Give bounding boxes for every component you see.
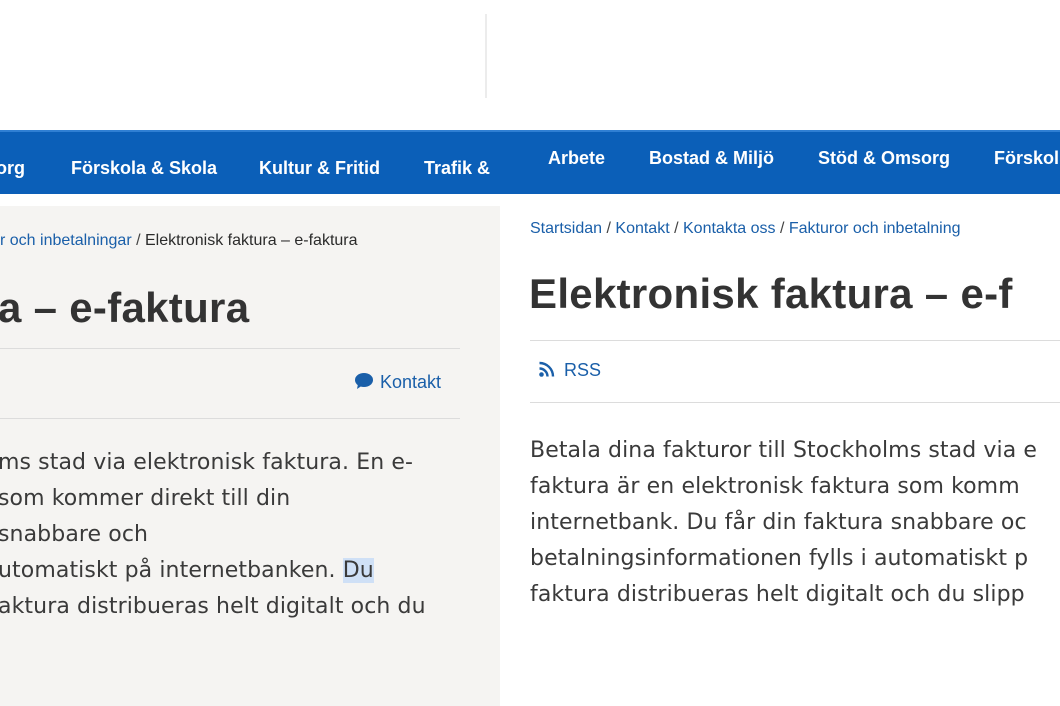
paragraph-line: utomatiskt på internetbanken. Du <box>0 558 374 583</box>
contact-link[interactable]: Kontakt <box>354 372 441 393</box>
page-title: Elektronisk faktura – e-f <box>529 270 1013 317</box>
nav-item-forskola-skola[interactable]: Förskola & Skola <box>71 158 217 179</box>
breadcrumb-link-fakturor[interactable]: Fakturor och inbetalning <box>789 220 961 237</box>
breadcrumb-separator: / <box>602 220 616 237</box>
contact-label: Kontakt <box>380 372 442 392</box>
speech-bubble-icon <box>355 373 373 389</box>
left-panel: org Förskola & Skola Kultur & Fritid Tra… <box>0 0 500 706</box>
breadcrumb-link-startsidan[interactable]: Startsidan <box>530 220 602 237</box>
paragraph-line: som kommer direkt till din <box>0 486 291 511</box>
paragraph-line: faktura distribueras helt digitalt och d… <box>530 582 1025 607</box>
nav-item-bostad-miljo[interactable]: Bostad & Miljö <box>649 148 774 169</box>
paragraph-line: Betala dina fakturor till Stockholms sta… <box>530 438 1038 463</box>
right-panel: Arbete Bostad & Miljö Stöd & Omsorg Förs… <box>500 0 1060 706</box>
breadcrumb-separator: / <box>131 232 145 249</box>
breadcrumb-separator: / <box>669 220 683 237</box>
main-content: Startsidan / Kontakt / Kontakta oss / Fa… <box>500 206 1060 706</box>
nav-item-trafik[interactable]: Trafik & <box>424 158 490 179</box>
nav-item-kultur-fritid[interactable]: Kultur & Fritid <box>259 158 380 179</box>
divider-line <box>0 348 460 349</box>
paragraph-text: utomatiskt på internetbanken. <box>0 558 343 583</box>
breadcrumb-current: Elektronisk faktura – e-faktura <box>144 232 358 249</box>
paragraph-line: faktura är en elektronisk faktura som ko… <box>530 474 1020 499</box>
selected-text: Du <box>342 558 374 583</box>
page-title: a – e-faktura <box>0 284 250 331</box>
breadcrumb: Startsidan / Kontakt / Kontakta oss / Fa… <box>530 220 961 238</box>
divider-line <box>530 402 1060 403</box>
nav-item-stod-omsorg[interactable]: Stöd & Omsorg <box>818 148 950 169</box>
main-content: r och inbetalningar / Elektronisk faktur… <box>0 206 500 706</box>
nav-item-omsorg[interactable]: org <box>0 158 25 179</box>
paragraph-line: betalningsinformationen fylls i automati… <box>530 546 1029 571</box>
paragraph-line: aktura distribueras helt digitalt och du <box>0 594 426 619</box>
divider-line <box>0 418 460 419</box>
breadcrumb: r och inbetalningar / Elektronisk faktur… <box>0 232 358 250</box>
paragraph-line: snabbare och <box>0 522 149 547</box>
rss-icon <box>539 361 555 377</box>
rss-link[interactable]: RSS <box>538 360 601 381</box>
breadcrumb-link-kontakt[interactable]: Kontakt <box>615 220 669 237</box>
divider-line <box>530 340 1060 341</box>
screenshot-collage: org Förskola & Skola Kultur & Fritid Tra… <box>0 0 1060 706</box>
nav-item-arbete[interactable]: Arbete <box>548 148 605 169</box>
paragraph-line: internetbank. Du får din faktura snabbar… <box>530 510 1027 535</box>
paragraph-line: ms stad via elektronisk faktura. En e- <box>0 450 413 475</box>
main-navigation: org Förskola & Skola Kultur & Fritid Tra… <box>0 130 500 194</box>
breadcrumb-separator: / <box>775 220 789 237</box>
breadcrumb-link-fakturor[interactable]: r och inbetalningar <box>0 232 132 249</box>
rss-label: RSS <box>564 360 602 380</box>
main-navigation: Arbete Bostad & Miljö Stöd & Omsorg Förs… <box>500 130 1060 194</box>
nav-item-forskola[interactable]: Förskol <box>994 148 1059 169</box>
breadcrumb-link-kontakta-oss[interactable]: Kontakta oss <box>683 220 776 237</box>
